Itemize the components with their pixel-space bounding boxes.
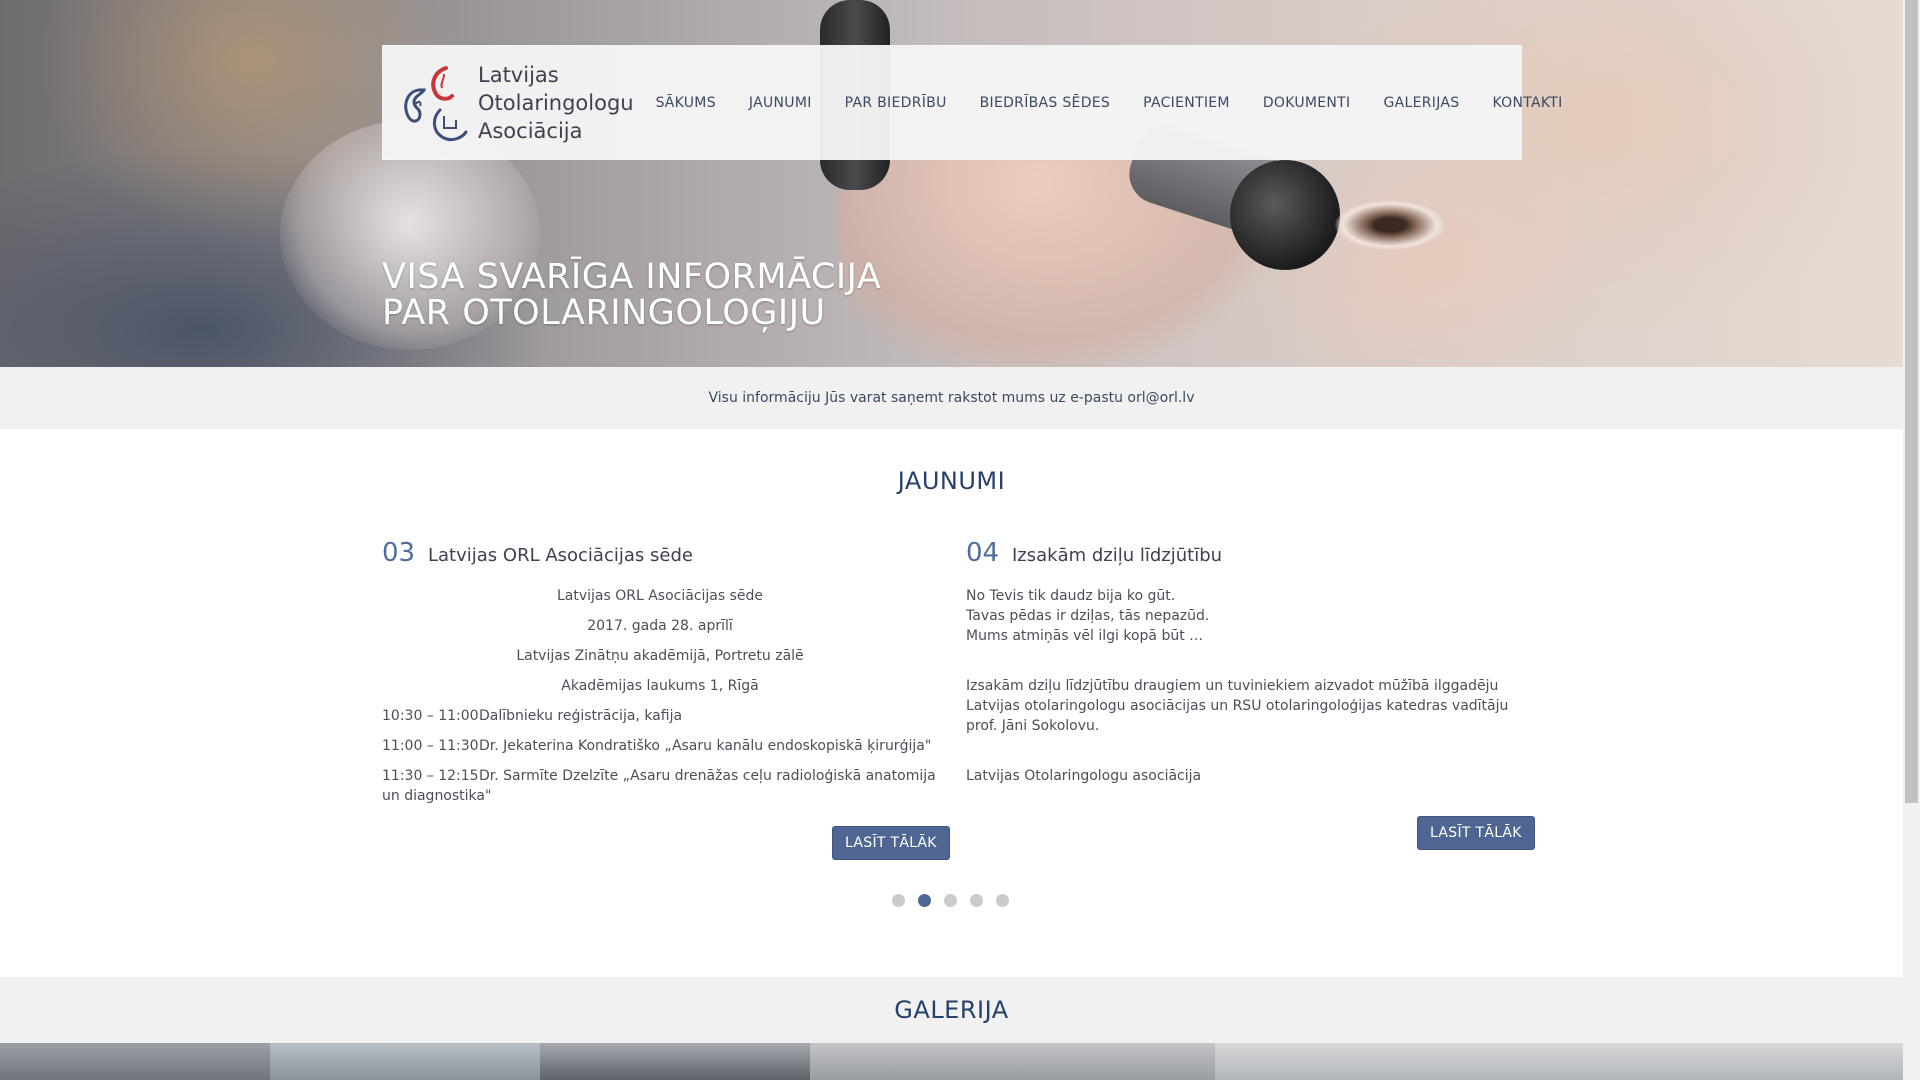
hero-title-line1: VISA SVARĪGA INFORMĀCIJA bbox=[382, 257, 882, 297]
nav-item-dokumenti[interactable]: DOKUMENTI bbox=[1263, 95, 1351, 111]
pager-dot[interactable] bbox=[996, 894, 1009, 907]
gallery-image[interactable] bbox=[540, 1043, 810, 1080]
ear-throat-logo-icon bbox=[404, 65, 468, 141]
read-more-button[interactable]: LASĪT TĀLĀK bbox=[1417, 816, 1535, 850]
schedule-time: 10:30 – 11:00 bbox=[382, 708, 479, 724]
schedule-time: 11:00 – 11:30 bbox=[382, 738, 479, 754]
hero-photo-eye bbox=[1335, 200, 1445, 250]
gallery-image[interactable] bbox=[1215, 1043, 1903, 1080]
poem-line: No Tevis tik daudz bija ko gūt. bbox=[966, 588, 1176, 604]
news-card-header: 03 Latvijas ORL Asociācijas sēde bbox=[382, 538, 938, 568]
nav-item-sakums[interactable]: SĀKUMS bbox=[656, 95, 716, 111]
hero-photo-otoscope-head bbox=[1230, 160, 1340, 270]
schedule-item: 11:30 – 12:15Dr. Sarmīte Dzelzīte „Asaru… bbox=[382, 766, 938, 806]
nav-item-par-biedribu[interactable]: PAR BIEDRĪBU bbox=[845, 95, 947, 111]
nav-item-pacientiem[interactable]: PACIENTIEM bbox=[1143, 95, 1230, 111]
news-card-header: 04 Izsakām dziļu līdzjūtību bbox=[966, 538, 1522, 568]
scrollbar-thumb[interactable] bbox=[1905, 0, 1918, 803]
news-line: Akadēmijas laukums 1, Rīgā bbox=[561, 678, 759, 694]
nav-item-biedribas-sedes[interactable]: BIEDRĪBAS SĒDES bbox=[980, 95, 1110, 111]
news-card-1: 03 Latvijas ORL Asociācijas sēde Latvija… bbox=[382, 538, 938, 816]
news-number: 03 bbox=[382, 538, 416, 568]
news-line: 2017. gada 28. aprīlī bbox=[587, 618, 733, 634]
logo-line2: Otolaringologu bbox=[478, 90, 634, 115]
news-line: Latvijas Zinātņu akadēmijā, Portretu zāl… bbox=[516, 648, 804, 664]
pager-dot[interactable] bbox=[944, 894, 957, 907]
schedule-item: 10:30 – 11:00Dalībnieku reģistrācija, ka… bbox=[382, 706, 938, 726]
news-pager bbox=[892, 894, 1022, 907]
gallery-image[interactable] bbox=[0, 1043, 270, 1080]
gallery-strip bbox=[0, 1043, 1903, 1080]
news-card-2: 04 Izsakām dziļu līdzjūtību No Tevis tik… bbox=[966, 538, 1522, 786]
read-more-button[interactable]: LASĪT TĀLĀK bbox=[832, 826, 950, 860]
gallery-section-title: GALERIJA bbox=[894, 996, 1009, 1024]
nav-item-galerijas[interactable]: GALERIJAS bbox=[1383, 95, 1459, 111]
news-title[interactable]: Latvijas ORL Asociācijas sēde bbox=[428, 545, 693, 566]
logo-text: Latvijas Otolaringologu Asociācija bbox=[478, 61, 634, 145]
gallery-image[interactable] bbox=[270, 1043, 540, 1080]
site-logo[interactable]: Latvijas Otolaringologu Asociācija bbox=[394, 58, 634, 148]
schedule-text: Dalībnieku reģistrācija, kafija bbox=[479, 708, 683, 724]
nav-item-kontakti[interactable]: KONTAKTI bbox=[1492, 95, 1562, 111]
pager-dot[interactable] bbox=[892, 894, 905, 907]
contact-info-strip: Visu informāciju Jūs varat saņemt raksto… bbox=[0, 367, 1903, 429]
page-scrollbar[interactable] bbox=[1903, 0, 1920, 1080]
news-number: 04 bbox=[966, 538, 1000, 568]
gallery-image[interactable] bbox=[810, 1043, 1215, 1080]
hero-title-line2: PAR OTOLARINGOLOĢIJU bbox=[382, 293, 826, 333]
schedule-time: 11:30 – 12:15 bbox=[382, 768, 479, 784]
condolence-paragraph: Izsakām dziļu līdzjūtību draugiem un tuv… bbox=[966, 678, 1509, 734]
signature: Latvijas Otolaringologu asociācija bbox=[966, 768, 1202, 784]
hero-title: VISA SVARĪGA INFORMĀCIJA PAR OTOLARINGOL… bbox=[382, 259, 881, 331]
poem-line: Tavas pēdas ir dziļas, tās nepazūd. bbox=[966, 608, 1210, 624]
news-section-title: JAUNUMI bbox=[897, 467, 1006, 495]
pager-dot[interactable] bbox=[970, 894, 983, 907]
site-header: Latvijas Otolaringologu Asociācija SĀKUM… bbox=[382, 45, 1562, 160]
news-title[interactable]: Izsakām dziļu līdzjūtību bbox=[1012, 545, 1222, 566]
pager-dot-active[interactable] bbox=[918, 894, 931, 907]
news-line: Latvijas ORL Asociācijas sēde bbox=[556, 588, 764, 604]
nav-item-jaunumi[interactable]: JAUNUMI bbox=[749, 95, 812, 111]
main-nav: SĀKUMS JAUNUMI PAR BIEDRĪBU BIEDRĪBAS SĒ… bbox=[644, 95, 1563, 111]
schedule-text: Dr. Jekaterina Kondratiško „Asaru kanālu… bbox=[479, 738, 932, 754]
logo-line3: Asociācija bbox=[478, 118, 583, 143]
contact-info-text: Visu informāciju Jūs varat saņemt raksto… bbox=[708, 390, 1195, 406]
schedule-item: 11:00 – 11:30Dr. Jekaterina Kondratiško … bbox=[382, 736, 938, 756]
logo-line1: Latvijas bbox=[478, 62, 559, 87]
poem-line: Mums atmiņās vēl ilgi kopā būt … bbox=[966, 628, 1204, 644]
